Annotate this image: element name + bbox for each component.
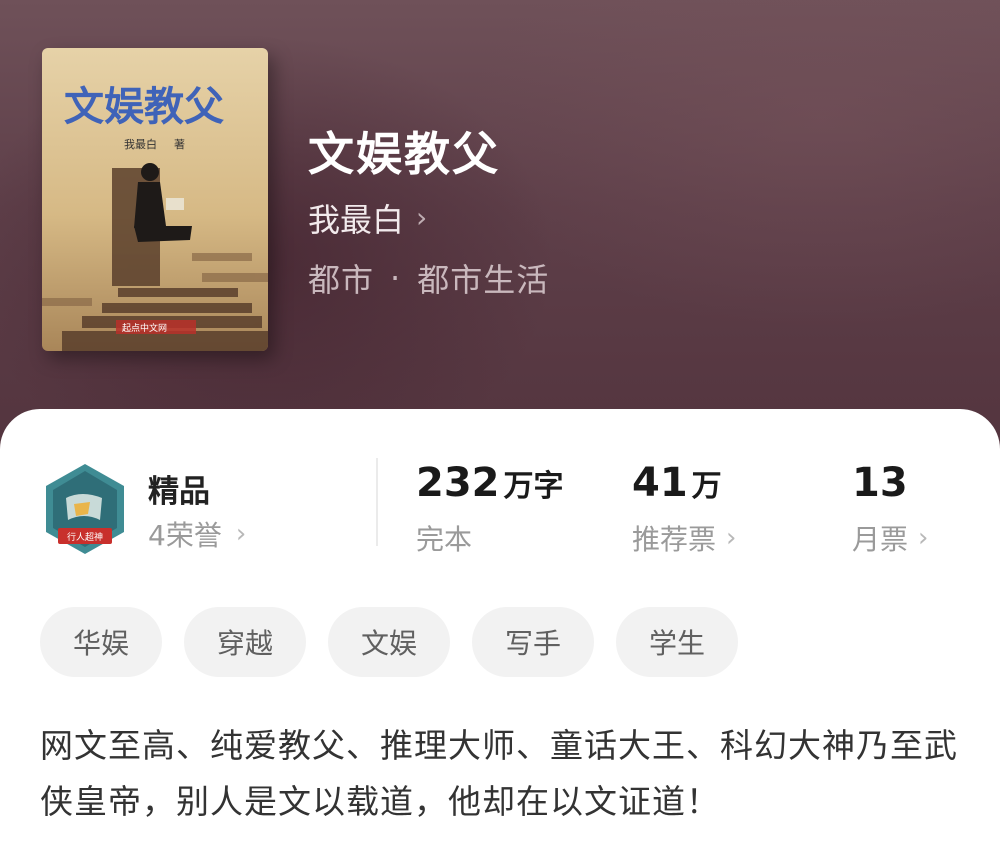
book-description: 网文至高、纯爱教父、推理大师、童话大王、科幻大神乃至武侠皇帝，别人是文以载道，他… [40,726,958,821]
separator-dot: · [390,259,402,297]
category-sub[interactable]: 都市生活 [417,255,549,301]
author-name: 我最白 [308,201,405,239]
chevron-right-icon: › [416,200,428,234]
cover-publisher: 起点中文网 [122,322,167,334]
author-link[interactable]: 我最白 › [308,196,427,240]
stat-monthly-votes[interactable]: 13 月票 › [852,460,928,558]
badge-text: 行人超神 [67,531,103,543]
stat-recommend-votes[interactable]: 41 万 推荐票 › [632,460,736,558]
stats-divider [376,458,378,546]
book-cover-art: 文娱教父 我最白 著 起点中文网 [42,48,268,351]
honor-badge-icon[interactable]: 行人超神 [44,462,126,556]
tag-chip[interactable]: 学生 [616,607,738,677]
monthly-votes-label: 月票 [852,523,909,556]
tag-chip[interactable]: 写手 [472,607,594,677]
honor-count: 4荣誉 [148,519,222,552]
chevron-right-icon: › [726,523,737,553]
category-main[interactable]: 都市 [308,255,374,301]
honor-link[interactable]: 4荣誉 › [148,514,246,554]
recommend-votes-unit: 万 [691,469,722,504]
chevron-right-icon: › [918,523,929,553]
word-count-unit: 万字 [503,469,564,504]
cover-author-suffix: 著 [174,137,185,151]
book-title: 文娱教父 [308,127,500,181]
tag-chip[interactable]: 华娱 [40,607,162,677]
cover-title: 文娱教父 [64,83,224,130]
monthly-votes-value: 13 [852,460,908,506]
honor-level: 精品 [148,474,210,510]
stat-word-count: 232 万字 完本 [416,460,564,558]
chevron-right-icon: › [235,519,247,549]
recommend-votes-value: 41 [632,460,688,506]
recommend-votes-label: 推荐票 [632,523,717,556]
word-count-label: 完本 [416,523,473,556]
book-header: 文娱教父 我最白 著 起点中文网 文娱教父 我最白 › 都市 · 都市生活 [0,0,1000,460]
cover-author: 我最白 [124,137,157,151]
book-category: 都市 · 都市生活 [308,256,549,300]
tag-chip[interactable]: 穿越 [184,607,306,677]
word-count-value: 232 [416,460,500,506]
tag-chip[interactable]: 文娱 [328,607,450,677]
book-cover[interactable]: 文娱教父 我最白 著 起点中文网 [42,48,268,351]
tag-list: 华娱 穿越 文娱 写手 学生 [40,607,738,677]
